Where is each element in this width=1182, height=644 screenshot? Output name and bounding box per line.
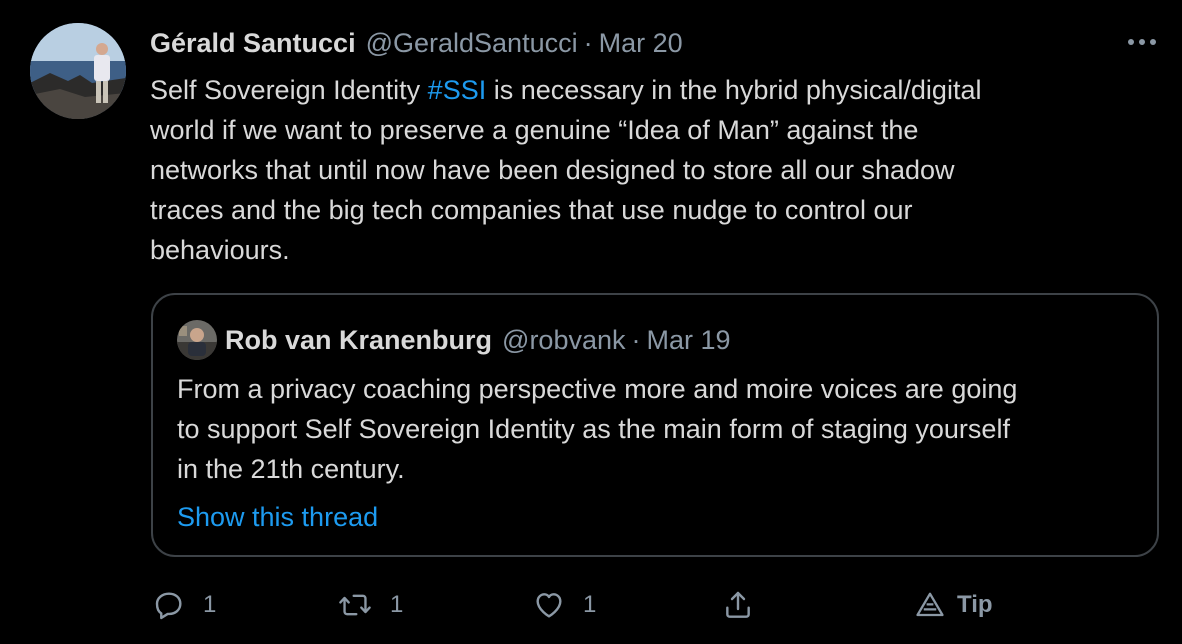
heart-icon <box>533 589 565 621</box>
tip-icon <box>915 590 945 620</box>
quoted-author-handle: @robvank <box>502 324 626 355</box>
reply-icon <box>153 589 185 621</box>
tweet-text-segment: Self Sovereign Identity <box>150 75 428 105</box>
quoted-tweet-date: Mar 19 <box>646 324 731 355</box>
author-handle[interactable]: @GeraldSantucci <box>366 28 578 59</box>
reply-count: 1 <box>203 591 217 618</box>
tweet-text-line: world if we want to preserve a genuine “… <box>150 115 919 145</box>
tweet-text-line: traces and the big tech companies that u… <box>150 195 913 225</box>
tweet-text: Self Sovereign Identity #SSI is necessar… <box>150 70 1140 270</box>
retweet-count: 1 <box>390 591 404 618</box>
separator-dot: · <box>583 27 593 58</box>
tweet-text-line: behaviours. <box>150 235 290 265</box>
tweet[interactable]: Gérald Santucci @GeraldSantucci · Mar 20… <box>0 0 1182 644</box>
tip-label: Tip <box>957 591 993 618</box>
quoted-tweet-text: From a privacy coaching perspective more… <box>177 369 1147 489</box>
hashtag-link[interactable]: #SSI <box>428 75 487 105</box>
quoted-text-line: in the 21th century. <box>177 454 405 484</box>
share-button[interactable] <box>722 583 754 627</box>
tweet-actions-bar: 1 1 1 Tip <box>0 583 1182 627</box>
more-horizontal-icon <box>1128 39 1156 45</box>
quoted-tweet-header: Rob van Kranenburg @robvank · Mar 19 <box>225 322 731 358</box>
quoted-author-display-name: Rob van Kranenburg <box>225 324 493 355</box>
show-thread-link[interactable]: Show this thread <box>177 499 378 535</box>
tweet-text-segment: is necessary in the hybrid physical/digi… <box>486 75 982 105</box>
quoted-text-line: to support Self Sovereign Identity as th… <box>177 414 1010 444</box>
retweet-icon <box>338 589 372 621</box>
quoted-tweet-card[interactable]: Rob van Kranenburg @robvank · Mar 19 Fro… <box>151 293 1159 557</box>
tweet-date[interactable]: Mar 20 <box>599 28 683 59</box>
like-count: 1 <box>583 591 597 618</box>
share-icon <box>722 589 754 621</box>
quoted-author-avatar <box>177 320 217 360</box>
retweet-button[interactable]: 1 <box>338 583 403 627</box>
quoted-text-line: From a privacy coaching perspective more… <box>177 374 1018 404</box>
like-button[interactable]: 1 <box>533 583 596 627</box>
more-options-button[interactable] <box>1122 28 1162 56</box>
tip-button[interactable]: Tip <box>915 583 993 627</box>
author-avatar[interactable] <box>30 23 126 119</box>
tweet-text-line: Self Sovereign Identity #SSI is necessar… <box>150 70 1140 110</box>
tweet-header: Gérald Santucci @GeraldSantucci · Mar 20 <box>150 25 683 61</box>
author-display-name[interactable]: Gérald Santucci <box>150 28 356 59</box>
tweet-text-line: networks that until now have been design… <box>150 155 955 185</box>
separator-dot: · <box>631 324 641 355</box>
reply-button[interactable]: 1 <box>153 583 216 627</box>
